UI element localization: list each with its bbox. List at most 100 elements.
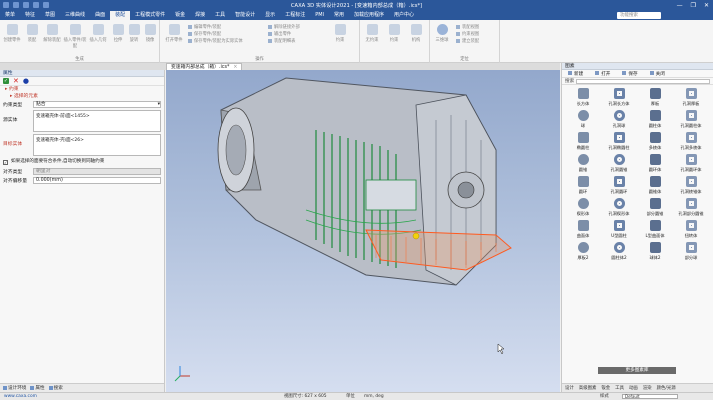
feature-search-input[interactable]: 功能搜索 [617,12,661,19]
shape-item[interactable]: 圆柱体2 [601,241,637,263]
tab-advanced[interactable]: 高级图素 [579,385,597,391]
shape-item[interactable]: 孔洞球 [601,109,637,131]
shape-item[interactable]: 孔洞圆锥 [601,153,637,175]
create-part-button[interactable]: 创建零件 [2,24,22,43]
shape-item[interactable]: 圆环体 [637,153,673,175]
menu-item-tools[interactable]: 工具 [210,11,230,20]
export-part-button[interactable]: 输出零件 [268,31,291,37]
shape-item[interactable]: 厚板 [637,87,673,109]
menu-item-feature[interactable]: 特征 [20,11,40,20]
menu-item-engineering-part[interactable]: 工程模式零件 [130,11,170,20]
shape-item[interactable]: 多棱体 [637,131,673,153]
catalog-search-input[interactable] [576,78,710,84]
tab-render[interactable]: 渲染 [643,385,652,391]
source-entity-field[interactable]: 变速箱壳体-前\面<1455> [33,110,161,132]
shape-item[interactable]: 孔洞圆柱体 [673,109,709,131]
shape-item[interactable]: 圆柱体 [637,109,673,131]
tab-search[interactable]: 搜索 [48,385,63,391]
shape-item[interactable]: L型曲面体 [637,219,673,241]
maximize-button[interactable]: ❐ [691,2,696,9]
tab-color-light[interactable]: 颜色/光源 [657,385,676,391]
shape-item[interactable]: 部分球 [673,241,709,263]
triball-button[interactable]: 三维球 [432,24,452,43]
tab-animation[interactable]: 动画 [629,385,638,391]
shape-item[interactable]: 圆锥体 [637,175,673,197]
shape-item[interactable]: 孔洞棱锥体 [673,175,709,197]
target-entity-field[interactable]: 变速箱壳体-壳\面<26> [33,134,161,156]
more-library-button[interactable]: 更多图素库 [598,367,676,374]
edit-part-button[interactable]: 编辑零件/装配 [188,24,221,30]
disassemble-button[interactable]: 解除装配 [42,24,62,43]
open-part-button[interactable]: 打开零件 [164,24,184,43]
shape-item[interactable]: 扭转体 [673,219,709,241]
menu-item-annotation[interactable]: 工程标注 [280,11,310,20]
menu-item-sheet-metal[interactable]: 钣金 [170,11,190,20]
auto-flip-checkbox[interactable]: ✓ [3,160,8,165]
menu-item-user-center[interactable]: 用户中心 [389,11,419,20]
menu-item-load-app[interactable]: 加载应用程序 [349,11,389,20]
save-as-solid-button[interactable]: 保存零件/装配为实际实体 [188,38,243,44]
style-select[interactable]: Default [622,394,678,399]
unlink-external-button[interactable]: 解除链接外部 [268,24,300,30]
menu-item-display[interactable]: 显示 [260,11,280,20]
constraint-button[interactable]: 约束 [330,24,350,43]
document-tab[interactable]: 变速箱内部总成（箱）.ics* × [166,63,243,70]
menu-item-pmi[interactable]: PMI [310,11,329,20]
shape-item[interactable]: 椭圆柱 [565,131,601,153]
preview-icon[interactable]: ● [23,78,29,85]
shape-item[interactable]: 孔洞长方体 [601,87,637,109]
minimize-button[interactable]: — [677,2,683,9]
no-constraint-button[interactable]: 无约束 [362,24,382,43]
tab-design-env[interactable]: 设计环境 [3,385,26,391]
tree-item-selected-elements[interactable]: ▸ 选择的元素 [0,93,164,100]
menu-item-assembly[interactable]: 装配 [110,11,131,20]
mechanism-button[interactable]: 机构 [406,24,426,43]
close-window-button[interactable]: ✕ [704,2,709,9]
constraint-type-select[interactable]: 贴合 ▾ [33,101,161,108]
save-part-button[interactable]: 保存零件/装配 [188,31,221,37]
assembly-view-button[interactable]: 装配视图 [456,24,479,30]
close-catalog-button[interactable]: 关闭 [650,71,665,77]
mirror-button[interactable]: 镜像 [140,24,160,43]
shape-item[interactable]: 长方体 [565,87,601,109]
shape-item[interactable]: 圆锥 [565,153,601,175]
menu-item-surface[interactable]: 曲面 [90,11,110,20]
constraint-view-button[interactable]: 约束视图 [456,31,479,37]
shape-item[interactable]: 曲面体 [565,219,601,241]
units-value[interactable]: mm, deg [364,393,384,400]
tab-sheet-metal[interactable]: 钣金 [601,385,610,391]
tree-item-constraint[interactable]: ▸ 约束 [0,86,164,93]
offset-input[interactable]: 0.000(mm) [33,177,161,184]
menu-item-common[interactable]: 常用 [329,11,349,20]
shape-item[interactable]: U型圆柱 [601,219,637,241]
cancel-icon[interactable]: ✕ [13,78,19,85]
tab-tools[interactable]: 工具 [615,385,624,391]
shape-item[interactable]: 孔洞多棱体 [673,131,709,153]
shape-item[interactable]: 球体2 [637,241,673,263]
insert-part-button[interactable]: 插入零件/装配 [62,24,88,49]
shape-item[interactable]: 孔洞楔形体 [601,197,637,219]
menu-item-menu[interactable]: 菜单 [0,11,20,20]
new-catalog-button[interactable]: 新建 [568,71,583,77]
shape-item[interactable]: 圆环 [565,175,601,197]
assemble-button[interactable]: 装配 [22,24,42,43]
tab-design[interactable]: 设计 [565,385,574,391]
shape-item[interactable]: 孔洞圆环 [601,175,637,197]
shape-item[interactable]: 孔洞圆环体 [673,153,709,175]
menu-item-sketch[interactable]: 草图 [40,11,60,20]
open-catalog-button[interactable]: 打开 [595,71,610,77]
transmission-model[interactable] [166,70,560,392]
shape-item[interactable]: 孔洞厚板 [673,87,709,109]
shape-item[interactable]: 厚板2 [565,241,601,263]
confirm-icon[interactable]: ✓ [3,78,9,84]
shape-item[interactable]: 孔洞部分圆锥 [673,197,709,219]
shape-item[interactable]: 楔形体 [565,197,601,219]
shape-item[interactable]: 球 [565,109,601,131]
shape-item[interactable]: 孔洞椭圆柱 [601,131,637,153]
3d-viewport[interactable] [166,70,560,392]
tab-properties[interactable]: 属性 [30,385,45,391]
constraint-button-2[interactable]: 约束 [384,24,404,43]
insert-geometry-button[interactable]: 插入几何 [88,24,108,43]
menu-item-3d-curve[interactable]: 三维曲线 [60,11,90,20]
bom-button[interactable]: 装配明细表 [268,38,295,44]
